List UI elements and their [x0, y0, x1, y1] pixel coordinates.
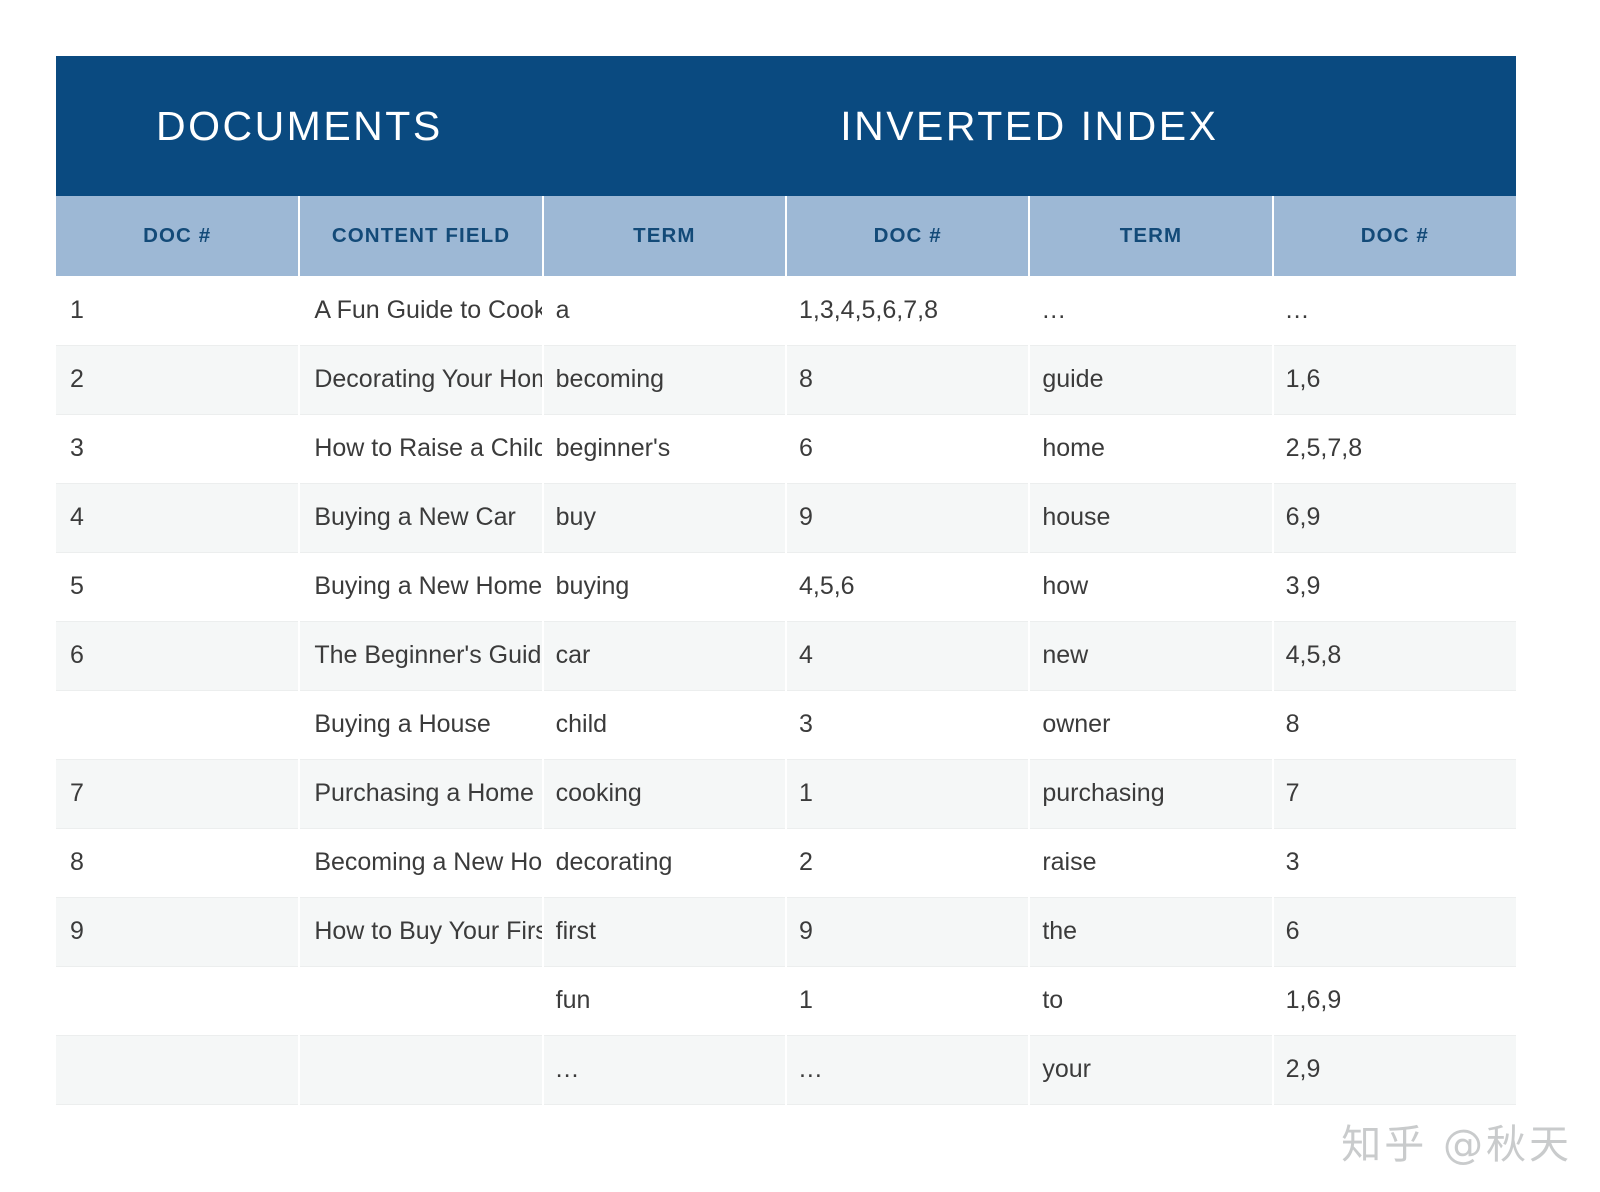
cell-doc-ids-a: 2 [785, 828, 1031, 898]
cell-content-field [299, 966, 544, 1036]
cell-content-field: Becoming a New Home Owner [299, 828, 544, 898]
cell-term-a: buy [542, 483, 787, 553]
cell-term-a: beginner's [542, 414, 787, 484]
inverted-index-table-container: DOCUMENTS INVERTED INDEX DOC # CONTENT F… [56, 56, 1516, 1130]
cell-term-b: owner [1029, 690, 1274, 760]
cell-term-b: to [1029, 966, 1274, 1036]
table-row[interactable]: 8Becoming a New Home Ownerdecorating2rai… [56, 828, 1516, 898]
table-row[interactable]: 3 How to Raise a Child beginner's 6 home 2,5,… [56, 414, 1516, 484]
inverted-index-table: DOCUMENTS INVERTED INDEX DOC # CONTENT F… [56, 56, 1516, 1105]
cell-term-b: the [1029, 897, 1274, 967]
cell-doc-ids-b: 6 [1272, 897, 1516, 967]
cell-doc-num-left: 4 [56, 483, 301, 553]
cell-doc-ids-a: 4,5,6 [785, 552, 1031, 622]
cell-term-b: how [1029, 552, 1274, 622]
cell-term-a: ... [542, 1035, 787, 1105]
cell-term-b: guide [1029, 345, 1274, 415]
cell-doc-ids-a: 6 [785, 414, 1031, 484]
cell-doc-ids-a: 1,3,4,5,6,7,8 [785, 276, 1031, 346]
cell-doc-ids-b: 1,6,9 [1272, 966, 1516, 1036]
cell-doc-ids-a: 9 [785, 483, 1031, 553]
cell-content-field: A Fun Guide to Cooking [299, 276, 544, 346]
cell-content-field: Buying a New Home [299, 552, 544, 622]
table-row[interactable]: 6The Beginner's Guide tocar4new4,5,8 [56, 621, 1516, 691]
cell-content-field: Buying a New Car [299, 483, 544, 553]
cell-doc-num-left: 5 [56, 552, 301, 622]
cell-content-field: Decorating Your Home [299, 345, 544, 415]
cell-term-b: home [1029, 414, 1274, 484]
cell-term-a: a [542, 276, 787, 346]
cell-doc-ids-b: 4,5,8 [1272, 621, 1516, 691]
cell-doc-ids-b: 2,9 [1272, 1035, 1516, 1105]
cell-content-field [299, 1035, 544, 1105]
cell-doc-ids-a: 9 [785, 897, 1031, 967]
cell-term-b: your [1029, 1035, 1274, 1105]
cell-doc-num-left: 8 [56, 828, 301, 898]
column-header-doc-num-left[interactable]: DOC # [56, 196, 301, 276]
table-head: DOCUMENTS INVERTED INDEX DOC # CONTENT F… [56, 56, 1516, 276]
cell-doc-ids-b: 3,9 [1272, 552, 1516, 622]
cell-doc-ids-b: 1,6 [1272, 345, 1516, 415]
cell-term-a: child [542, 690, 787, 760]
cell-content-field: Purchasing a Home [299, 759, 544, 829]
table-row[interactable]: ...... your 2,9 [56, 1035, 1516, 1105]
column-header-doc-num-b[interactable]: DOC # [1272, 196, 1516, 276]
cell-content-field: How to Buy Your First House [299, 897, 544, 967]
cell-term-b: new [1029, 621, 1274, 691]
cell-doc-ids-b: ... [1272, 276, 1516, 346]
cell-doc-num-left: 1 [56, 276, 301, 346]
cell-doc-ids-b: 3 [1272, 828, 1516, 898]
cell-doc-num-left: 9 [56, 897, 301, 967]
column-header-term-b[interactable]: TERM [1029, 196, 1274, 276]
table-row[interactable]: 1A Fun Guide to Cookinga1,3,4,5,6,7,8...… [56, 276, 1516, 346]
cell-term-a: cooking [542, 759, 787, 829]
cell-term-b: raise [1029, 828, 1274, 898]
cell-term-a: becoming [542, 345, 787, 415]
table-row[interactable]: 9How to Buy Your First Housefirst9the6 [56, 897, 1516, 967]
cell-content-field: Buying a House [299, 690, 544, 760]
cell-doc-ids-b: 8 [1272, 690, 1516, 760]
table-row[interactable]: fun 1 to 1,6,9 [56, 966, 1516, 1036]
column-header-term-a[interactable]: TERM [542, 196, 787, 276]
cell-doc-ids-a: ... [785, 1035, 1031, 1105]
cell-doc-ids-a: 1 [785, 759, 1031, 829]
cell-term-b: ... [1029, 276, 1274, 346]
cell-doc-ids-b: 7 [1272, 759, 1516, 829]
group-header-documents: DOCUMENTS [56, 56, 543, 196]
group-header-inverted-index: INVERTED INDEX [542, 56, 1516, 196]
table-row[interactable]: 4 Buying a New Car buy 9 house 6,9 [56, 483, 1516, 553]
cell-term-b: house [1029, 483, 1274, 553]
column-header-row: DOC # CONTENT FIELD TERM DOC # TERM DOC … [56, 196, 1516, 276]
cell-term-a: first [542, 897, 787, 967]
cell-doc-num-left [56, 1035, 301, 1105]
table-row[interactable]: 5 Buying a New Home buying 4,5,6 how 3,9 [56, 552, 1516, 622]
cell-term-a: car [542, 621, 787, 691]
cell-term-a: decorating [542, 828, 787, 898]
cell-content-field: The Beginner's Guide to [299, 621, 544, 691]
table-row[interactable]: Buying a House child 3 owner 8 [56, 690, 1516, 760]
cell-doc-num-left [56, 966, 301, 1036]
column-header-doc-num-a[interactable]: DOC # [785, 196, 1031, 276]
cell-doc-ids-a: 8 [785, 345, 1031, 415]
table-row[interactable]: 2 Decorating Your Home becoming 8 guide 1,6 [56, 345, 1516, 415]
group-header-row: DOCUMENTS INVERTED INDEX [56, 56, 1516, 196]
cell-doc-num-left: 6 [56, 621, 301, 691]
cell-doc-ids-b: 2,5,7,8 [1272, 414, 1516, 484]
table-row[interactable]: 7 Purchasing a Home cooking 1 purchasing 7 [56, 759, 1516, 829]
cell-doc-ids-b: 6,9 [1272, 483, 1516, 553]
cell-doc-num-left: 2 [56, 345, 301, 415]
cell-term-a: buying [542, 552, 787, 622]
column-header-content-field[interactable]: CONTENT FIELD [299, 196, 544, 276]
cell-doc-ids-a: 1 [785, 966, 1031, 1036]
cell-doc-ids-a: 4 [785, 621, 1031, 691]
cell-term-b: purchasing [1029, 759, 1274, 829]
cell-doc-ids-a: 3 [785, 690, 1031, 760]
cell-doc-num-left: 3 [56, 414, 301, 484]
cell-doc-num-left [56, 690, 301, 760]
cell-content-field: How to Raise a Child [299, 414, 544, 484]
cell-term-a: fun [542, 966, 787, 1036]
cell-doc-num-left: 7 [56, 759, 301, 829]
table-body: 1A Fun Guide to Cookinga1,3,4,5,6,7,8...… [56, 276, 1516, 1105]
page-root: DOCUMENTS INVERTED INDEX DOC # CONTENT F… [0, 0, 1600, 1192]
